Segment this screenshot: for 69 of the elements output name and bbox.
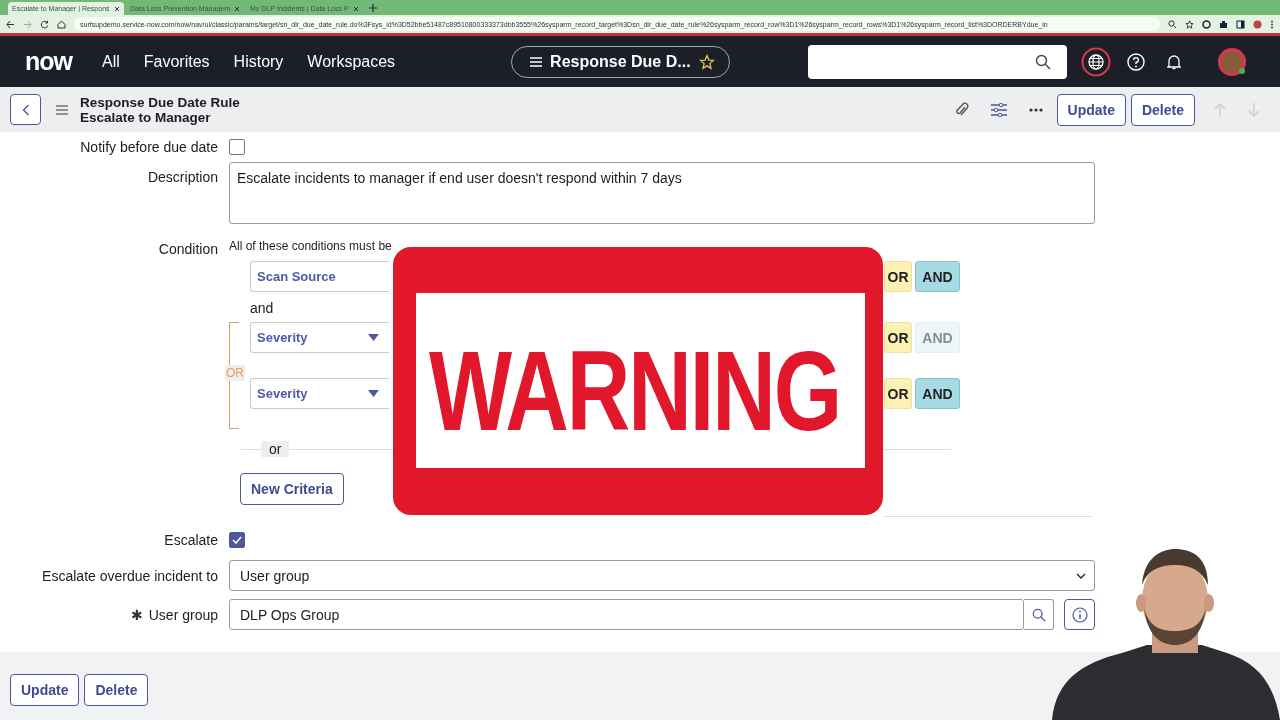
reload-icon[interactable]: [40, 19, 49, 29]
checkbox[interactable]: [229, 532, 245, 548]
logo[interactable]: now: [25, 47, 72, 76]
condition-hint: All of these conditions must be: [229, 239, 393, 253]
new-tab-icon[interactable]: [368, 4, 377, 12]
separator-label: or: [261, 441, 290, 457]
condition-field[interactable]: Scan Source: [250, 261, 389, 292]
field-label: Escalate overdue incident to: [42, 567, 218, 584]
help-icon[interactable]: [1127, 52, 1146, 71]
action-button[interactable]: Update: [1056, 93, 1126, 126]
nav-menu-item[interactable]: History: [233, 52, 284, 71]
description-field[interactable]: Escalate incidents to manager if end user doesn't respond within 7 days: [229, 162, 1095, 224]
and-button[interactable]: AND: [915, 378, 960, 409]
new-criteria-button[interactable]: New Criteria: [240, 473, 344, 505]
lookup-button[interactable]: [1023, 599, 1055, 630]
search-field[interactable]: [808, 44, 1068, 79]
joiner-text: and: [250, 300, 275, 316]
close-icon[interactable]: [352, 5, 359, 12]
search-icon[interactable]: [1035, 53, 1052, 70]
record-type: Response Due Date Rule: [80, 94, 240, 110]
and-button[interactable]: AND: [915, 261, 960, 292]
more-icon[interactable]: [1270, 19, 1274, 29]
group-label: OR: [225, 365, 245, 381]
checkbox[interactable]: [229, 139, 245, 155]
info-icon: [1071, 606, 1088, 623]
or-button[interactable]: OR: [884, 378, 912, 409]
menu-icon[interactable]: [56, 104, 68, 115]
back-icon[interactable]: [6, 19, 15, 29]
sidebar-icon[interactable]: [1236, 19, 1245, 29]
star-icon[interactable]: [1185, 19, 1194, 29]
field-label: Description: [147, 169, 218, 185]
action-button[interactable]: Delete: [1130, 93, 1195, 126]
record-name: Escalate to Manager: [80, 109, 212, 125]
more-icon[interactable]: [1028, 107, 1043, 112]
warning-stamp: WARNING: [393, 247, 883, 515]
close-icon[interactable]: [114, 5, 120, 12]
or-button[interactable]: OR: [884, 322, 912, 353]
check-icon: [232, 536, 242, 544]
sliders-icon[interactable]: [990, 102, 1007, 117]
field-label: Condition: [158, 241, 218, 257]
select-field[interactable]: User group: [229, 560, 1095, 591]
nav-menu-item[interactable]: All: [102, 52, 120, 71]
zoom-icon[interactable]: [1168, 19, 1177, 29]
field-label: Notify before due date: [80, 139, 218, 155]
nav-menu-item[interactable]: Favorites: [143, 52, 210, 71]
list-icon: [530, 56, 543, 67]
reference-field[interactable]: DLP Ops Group: [229, 599, 1024, 630]
info-button[interactable]: [1064, 599, 1095, 630]
or-button[interactable]: OR: [884, 261, 912, 292]
condition-field[interactable]: Severity: [250, 322, 389, 353]
action-button[interactable]: Delete: [84, 673, 149, 706]
chevron-left-icon: [21, 103, 30, 116]
field-label: User group: [148, 606, 218, 623]
condition-field[interactable]: Severity: [250, 378, 389, 409]
notification-icon[interactable]: [1167, 53, 1182, 70]
field-label: Escalate: [164, 532, 218, 548]
caret-icon: [368, 334, 379, 341]
back-button[interactable]: [10, 94, 41, 125]
globe-icon[interactable]: [1081, 46, 1112, 77]
search-icon: [1031, 607, 1046, 622]
chevron-down-icon: [1076, 572, 1086, 579]
home-icon[interactable]: [57, 19, 66, 29]
profile-icon[interactable]: [1253, 19, 1262, 29]
nav-menu-item[interactable]: Workspaces: [307, 52, 396, 71]
avatar-icon[interactable]: [1217, 46, 1248, 77]
close-icon[interactable]: [234, 5, 240, 12]
caret-icon: [368, 390, 379, 397]
required-icon: ✱: [130, 606, 143, 623]
action-button[interactable]: Update: [10, 673, 80, 706]
